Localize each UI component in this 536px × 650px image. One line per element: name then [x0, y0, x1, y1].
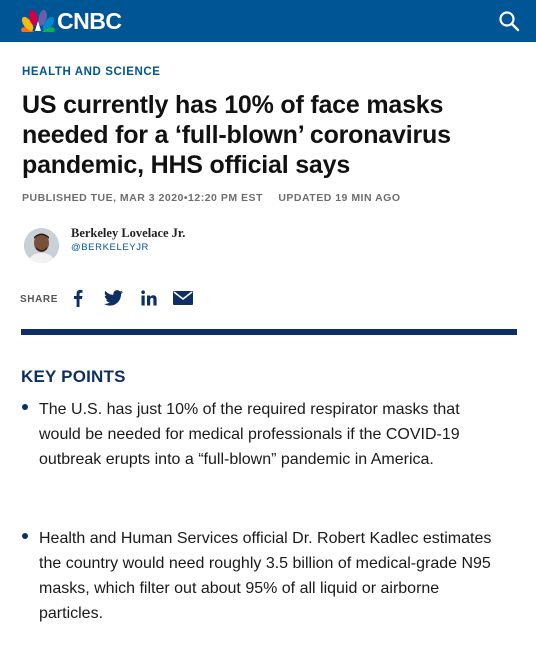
top-navigation-bar: CNBC	[0, 0, 536, 42]
share-facebook-button[interactable]	[71, 288, 85, 308]
author-photo-icon	[24, 228, 59, 263]
key-points-heading: KEY POINTS	[21, 367, 126, 386]
updated-time: UPDATED 19 MIN AGO	[278, 192, 401, 204]
email-icon	[173, 291, 193, 305]
share-label: SHARE	[20, 294, 59, 305]
published-time: PUBLISHED TUE, MAR 3 2020•12:20 PM EST	[22, 192, 263, 204]
peacock-logo-icon	[21, 10, 55, 32]
bullet-icon	[22, 533, 28, 539]
author-avatar[interactable]	[24, 228, 59, 263]
search-icon	[499, 11, 520, 32]
article-timestamps: PUBLISHED TUE, MAR 3 2020•12:20 PM EST U…	[22, 192, 401, 204]
twitter-icon	[103, 290, 123, 306]
article-headline: US currently has 10% of face masks neede…	[22, 91, 451, 179]
author-name[interactable]: Berkeley Lovelace Jr.	[71, 226, 185, 241]
logo-text: CNBC	[57, 8, 122, 34]
cnbc-logo[interactable]: CNBC	[20, 8, 122, 34]
key-point-item: Health and Human Services official Dr. R…	[39, 530, 492, 622]
section-link[interactable]: HEALTH AND SCIENCE	[22, 66, 161, 78]
facebook-icon	[74, 289, 83, 307]
share-linkedin-button[interactable]	[140, 288, 158, 308]
linkedin-icon	[141, 290, 157, 306]
author-twitter-handle[interactable]: @BERKELEYJR	[71, 242, 149, 253]
bullet-icon	[22, 404, 28, 410]
key-point-item: The U.S. has just 10% of the required re…	[39, 401, 460, 468]
section-divider	[21, 329, 517, 335]
share-twitter-button[interactable]	[103, 288, 123, 308]
search-button[interactable]	[496, 8, 522, 34]
share-email-button[interactable]	[173, 288, 193, 308]
